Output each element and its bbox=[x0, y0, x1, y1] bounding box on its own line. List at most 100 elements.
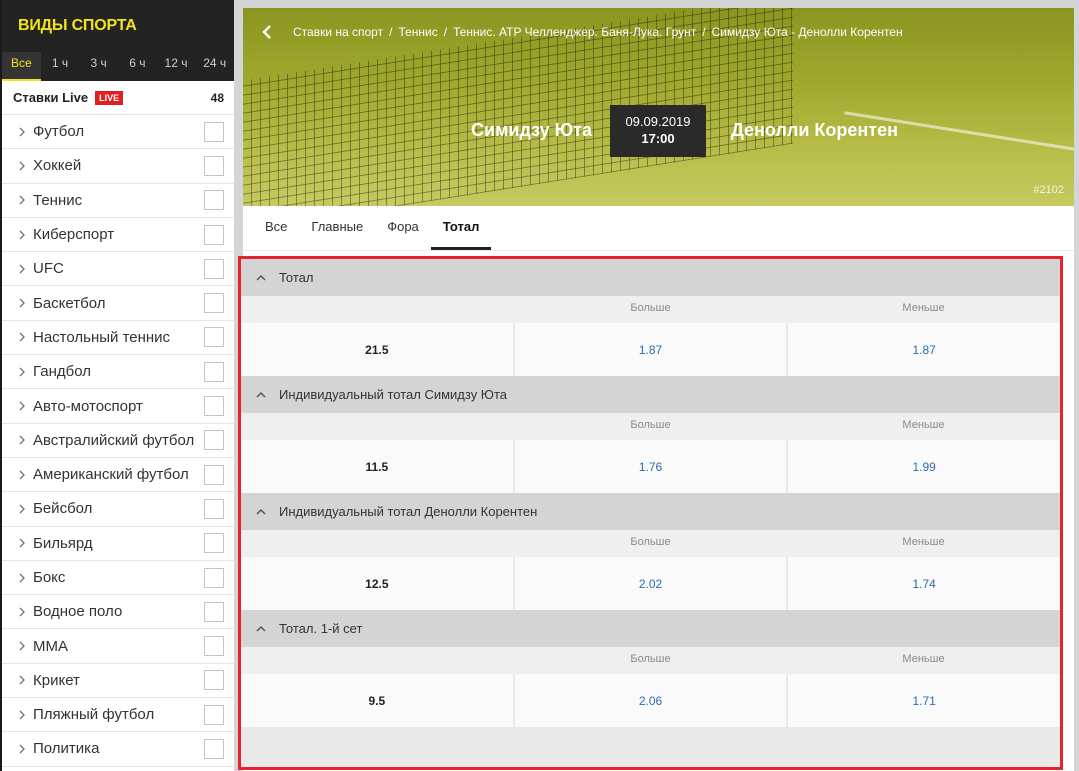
sport-list: Футбол Хоккей Теннис Киберспорт UFC Баскетбол… bbox=[2, 115, 234, 767]
sport-label: Хоккей bbox=[33, 157, 82, 175]
market-column-headers: Больше Меньше bbox=[241, 647, 1060, 674]
column-header-over: Больше bbox=[630, 302, 671, 314]
sidebar-title: ВИДЫ СПОРТА bbox=[18, 17, 137, 34]
market-column-headers: Больше Меньше bbox=[241, 530, 1060, 557]
sport-label: Крикет bbox=[33, 671, 80, 689]
sport-checkbox[interactable] bbox=[204, 636, 224, 657]
sport-checkbox[interactable] bbox=[204, 396, 224, 417]
time-filter-3h[interactable]: 3 ч bbox=[79, 52, 118, 81]
time-filter-all[interactable]: Все bbox=[2, 52, 41, 81]
sidebar-sport-item[interactable]: Австралийский футбол bbox=[2, 424, 234, 458]
sidebar-sport-item[interactable]: Настольный теннис bbox=[2, 321, 234, 356]
live-bets-link[interactable]: Ставки Live LIVE 48 bbox=[2, 81, 234, 115]
sidebar-sport-item[interactable]: Баскетбол bbox=[2, 286, 234, 321]
chevron-up-icon bbox=[256, 391, 266, 398]
breadcrumb: Ставки на спорт / Теннис / Теннис. ATP Ч… bbox=[261, 24, 903, 40]
time-filter-12h[interactable]: 12 ч bbox=[157, 52, 196, 81]
tab-all[interactable]: Все bbox=[253, 206, 299, 250]
sport-checkbox[interactable] bbox=[204, 601, 224, 622]
breadcrumb-item[interactable]: Теннис bbox=[398, 25, 437, 39]
tab-total[interactable]: Тотал bbox=[430, 206, 492, 250]
market-title: Индивидуальный тотал Симидзу Юта bbox=[279, 387, 507, 402]
total-line-value: 9.5 bbox=[241, 674, 513, 727]
sport-checkbox[interactable] bbox=[204, 121, 224, 142]
sport-checkbox[interactable] bbox=[204, 670, 224, 691]
total-line-value: 11.5 bbox=[241, 440, 513, 493]
sport-label: Настольный теннис bbox=[33, 328, 171, 346]
sidebar-sport-item[interactable]: Бейсбол bbox=[2, 492, 234, 527]
sidebar-sport-item[interactable]: Политика bbox=[2, 732, 234, 767]
column-header-line bbox=[241, 296, 514, 323]
markets-list: Тотал Больше Меньше 21.5 1.87 1.87 Индивидуаль… bbox=[238, 256, 1063, 770]
sidebar-sport-item[interactable]: Крикет bbox=[2, 664, 234, 699]
odds-over-button[interactable]: 1.76 bbox=[514, 440, 787, 493]
sport-checkbox[interactable] bbox=[204, 327, 224, 348]
market-header[interactable]: Тотал bbox=[241, 259, 1060, 296]
chevron-right-icon bbox=[19, 504, 25, 514]
sidebar-sport-item[interactable]: MMA bbox=[2, 629, 234, 664]
sport-checkbox[interactable] bbox=[204, 498, 224, 519]
sport-checkbox[interactable] bbox=[204, 361, 224, 382]
back-arrow-icon[interactable] bbox=[261, 24, 275, 40]
market-header[interactable]: Индивидуальный тотал Денолли Корентен bbox=[241, 493, 1060, 530]
sidebar-header: ВИДЫ СПОРТА Все 1 ч 3 ч 6 ч 12 ч 24 ч bbox=[2, 0, 234, 81]
tab-main[interactable]: Главные bbox=[299, 206, 375, 250]
sport-checkbox[interactable] bbox=[204, 155, 224, 176]
column-header-over: Больше bbox=[630, 536, 671, 548]
odds-under-button[interactable]: 1.71 bbox=[788, 674, 1060, 727]
sport-checkbox[interactable] bbox=[204, 224, 224, 245]
column-header-line bbox=[241, 413, 514, 440]
sidebar-sport-item[interactable]: Бокс bbox=[2, 561, 234, 596]
sidebar-sport-item[interactable]: Пляжный футбол bbox=[2, 698, 234, 733]
odds-over-button[interactable]: 2.06 bbox=[514, 674, 787, 727]
sport-checkbox[interactable] bbox=[204, 258, 224, 279]
odds-under-button[interactable]: 1.87 bbox=[788, 323, 1060, 376]
sport-checkbox[interactable] bbox=[204, 533, 224, 554]
chevron-up-icon bbox=[256, 508, 266, 515]
sport-checkbox[interactable] bbox=[204, 567, 224, 588]
time-filter-24h[interactable]: 24 ч bbox=[195, 52, 234, 81]
sidebar-sport-item[interactable]: Гандбол bbox=[2, 355, 234, 390]
column-header-over: Больше bbox=[630, 419, 671, 431]
sport-checkbox[interactable] bbox=[204, 738, 224, 759]
market-column-headers: Больше Меньше bbox=[241, 296, 1060, 323]
chevron-right-icon bbox=[19, 573, 25, 582]
sidebar-sport-item[interactable]: Теннис bbox=[2, 184, 234, 218]
time-filter-6h[interactable]: 6 ч bbox=[118, 52, 157, 81]
chevron-up-icon bbox=[256, 625, 266, 632]
odds-under-button[interactable]: 1.99 bbox=[788, 440, 1060, 493]
sport-checkbox[interactable] bbox=[204, 293, 224, 314]
breadcrumb-item[interactable]: Теннис. ATP Челленджер. Баня-Лука. Грунт bbox=[453, 25, 696, 39]
sidebar-sport-item[interactable]: Бильярд bbox=[2, 527, 234, 561]
event-header: Ставки на спорт / Теннис / Теннис. ATP Ч… bbox=[243, 8, 1074, 206]
sidebar-sport-item[interactable]: Американский футбол bbox=[2, 458, 234, 493]
sport-checkbox[interactable] bbox=[204, 190, 224, 211]
market-title: Индивидуальный тотал Денолли Корентен bbox=[279, 504, 538, 519]
column-header-under: Меньше bbox=[902, 302, 945, 314]
odds-over-button[interactable]: 1.87 bbox=[514, 323, 787, 376]
breadcrumb-item[interactable]: Ставки на спорт bbox=[293, 25, 383, 39]
tab-handicap[interactable]: Фора bbox=[375, 206, 431, 250]
sport-label: Теннис bbox=[33, 191, 83, 209]
odds-over-button[interactable]: 2.02 bbox=[514, 557, 787, 610]
sport-label: Авто-мотоспорт bbox=[33, 397, 143, 415]
market-header[interactable]: Тотал. 1-й сет bbox=[241, 610, 1060, 647]
sport-checkbox[interactable] bbox=[204, 430, 224, 451]
sidebar-sport-item[interactable]: Хоккей bbox=[2, 149, 234, 184]
time-filter-1h[interactable]: 1 ч bbox=[41, 52, 80, 81]
sport-checkbox[interactable] bbox=[204, 704, 224, 725]
sidebar-sport-item[interactable]: Футбол bbox=[2, 115, 234, 150]
sport-checkbox[interactable] bbox=[204, 464, 224, 485]
away-team-name[interactable]: Денолли Корентен bbox=[731, 120, 898, 141]
market-title: Тотал. 1-й сет bbox=[279, 621, 363, 636]
home-team-name[interactable]: Симидзу Юта bbox=[471, 120, 592, 141]
market-header[interactable]: Индивидуальный тотал Симидзу Юта bbox=[241, 376, 1060, 413]
total-line-value: 21.5 bbox=[241, 323, 513, 376]
chevron-right-icon bbox=[19, 710, 25, 720]
sidebar-sport-item[interactable]: UFC bbox=[2, 252, 234, 287]
sidebar-sport-item[interactable]: Водное поло bbox=[2, 595, 234, 630]
sidebar-sport-item[interactable]: Авто-мотоспорт bbox=[2, 389, 234, 424]
sport-label: Баскетбол bbox=[33, 294, 106, 312]
sidebar-sport-item[interactable]: Киберспорт bbox=[2, 218, 234, 253]
odds-under-button[interactable]: 1.74 bbox=[788, 557, 1060, 610]
